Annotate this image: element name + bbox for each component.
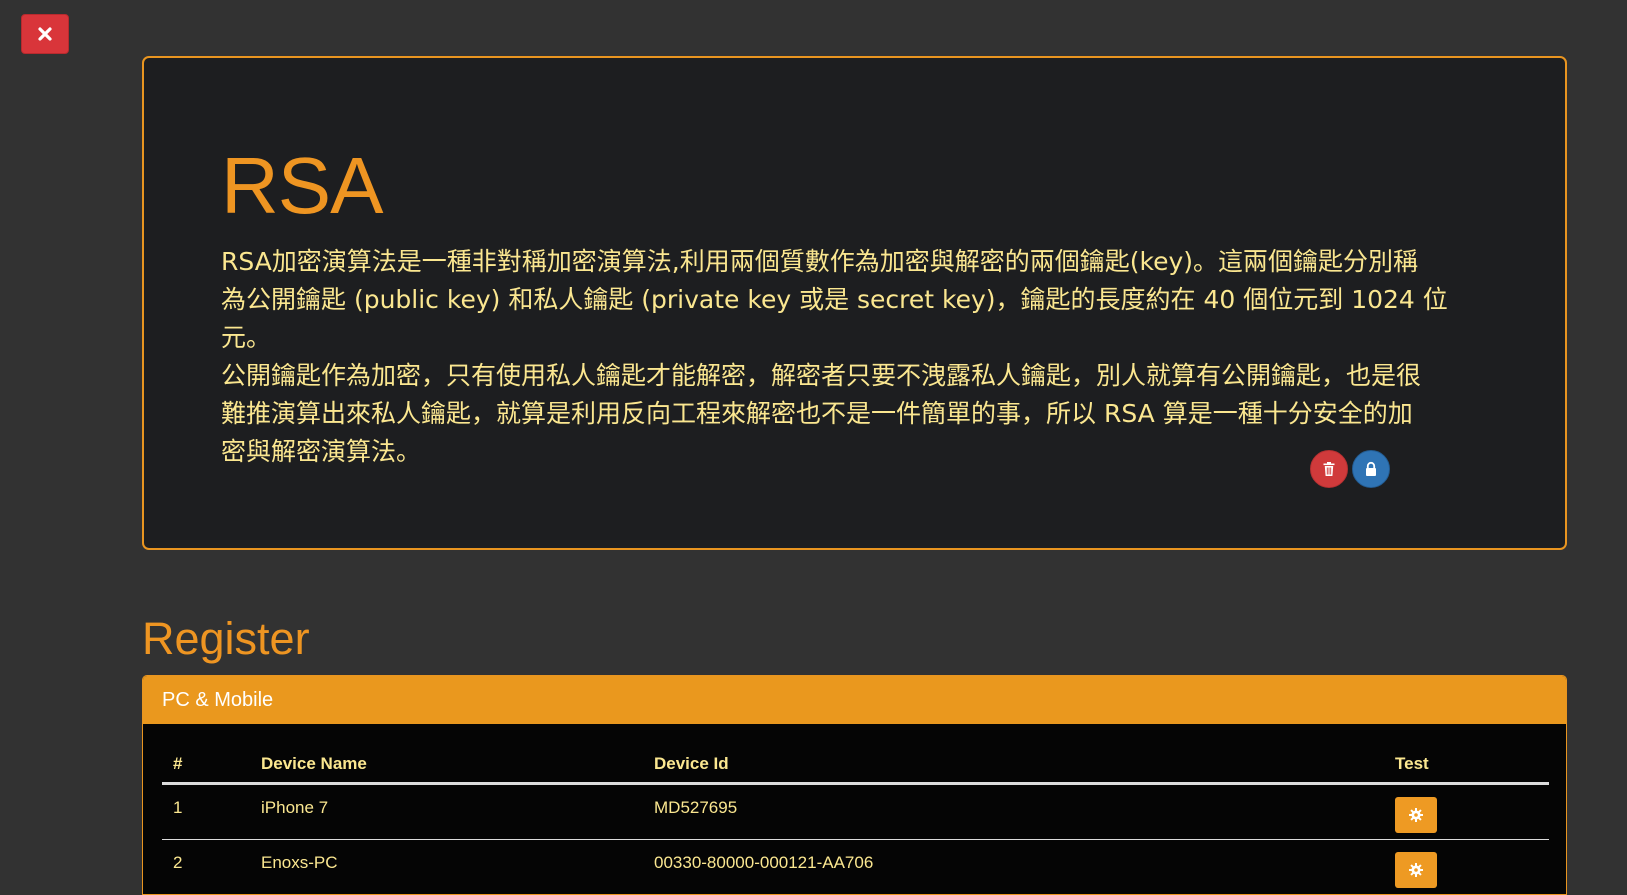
- table-row: 2 Enoxs-PC 00330-80000-000121-AA706: [162, 840, 1549, 895]
- column-header-device-name: Device Name: [250, 746, 643, 784]
- device-name: Enoxs-PC: [250, 840, 643, 895]
- trash-icon: [1321, 461, 1337, 477]
- row-number: 2: [162, 840, 250, 895]
- close-button[interactable]: [21, 14, 69, 54]
- register-panel: PC & Mobile # Device Name Device Id Test…: [142, 675, 1567, 895]
- register-title: Register: [142, 614, 310, 664]
- lock-button[interactable]: [1352, 450, 1390, 488]
- table-header-row: # Device Name Device Id Test: [162, 746, 1549, 784]
- gear-icon: [1408, 807, 1424, 823]
- device-name: iPhone 7: [250, 784, 643, 840]
- column-header-number: #: [162, 746, 250, 784]
- devices-table: # Device Name Device Id Test 1 iPhone 7 …: [162, 746, 1549, 895]
- test-cell: [1384, 784, 1549, 840]
- column-header-device-id: Device Id: [643, 746, 1384, 784]
- lock-icon: [1363, 461, 1379, 477]
- test-button[interactable]: [1395, 852, 1437, 888]
- test-button[interactable]: [1395, 797, 1437, 833]
- table-row: 1 iPhone 7 MD527695: [162, 784, 1549, 840]
- rsa-description: RSA加密演算法是一種非對稱加密演算法,利用兩個質數作為加密與解密的兩個鑰匙(k…: [221, 243, 1471, 471]
- column-header-test: Test: [1384, 746, 1549, 784]
- panel-heading: PC & Mobile: [143, 676, 1566, 724]
- row-number: 1: [162, 784, 250, 840]
- test-cell: [1384, 840, 1549, 895]
- device-id: 00330-80000-000121-AA706: [643, 840, 1384, 895]
- rsa-panel: RSA RSA加密演算法是一種非對稱加密演算法,利用兩個質數作為加密與解密的兩個…: [142, 56, 1567, 550]
- delete-button[interactable]: [1310, 450, 1348, 488]
- close-icon: [37, 26, 53, 42]
- device-id: MD527695: [643, 784, 1384, 840]
- rsa-title: RSA: [221, 146, 383, 226]
- gear-icon: [1408, 862, 1424, 878]
